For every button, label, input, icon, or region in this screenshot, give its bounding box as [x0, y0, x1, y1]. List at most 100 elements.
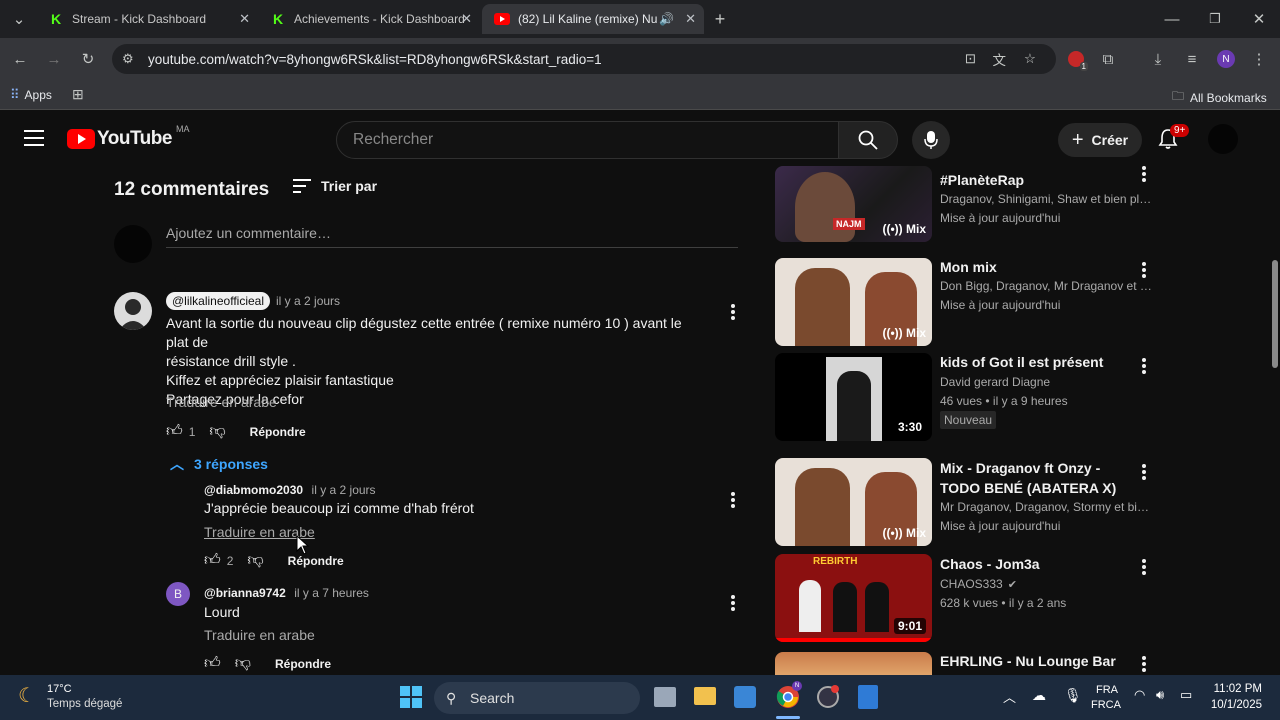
youtube-logo[interactable]: YouTube MA — [67, 124, 189, 150]
forward-icon[interactable]: → — [42, 47, 66, 71]
extension-red-icon[interactable]: 1 — [1064, 47, 1088, 71]
more-actions-icon[interactable] — [1142, 656, 1146, 674]
add-comment-input[interactable]: Ajoutez un commentaire… — [166, 225, 738, 248]
video-thumbnail[interactable]: 3:30 — [775, 353, 932, 441]
minimize-icon[interactable]: — — [1160, 7, 1184, 31]
reply-button[interactable]: Répondre — [250, 425, 306, 439]
close-icon[interactable]: ✕ — [461, 11, 472, 27]
thumbs-up-icon[interactable]: 👍︎ — [204, 654, 221, 673]
weather-temp[interactable]: 17°C — [47, 683, 72, 695]
page-scrollbar[interactable] — [1270, 112, 1280, 675]
account-avatar[interactable] — [1208, 124, 1238, 154]
back-icon[interactable]: ← — [8, 47, 32, 71]
comment-time[interactable]: il y a 2 jours — [276, 294, 340, 308]
comment-time[interactable]: il y a 7 heures — [294, 586, 369, 600]
video-thumbnail[interactable]: NAJM ((•)) Mix — [775, 166, 932, 242]
file-explorer-icon[interactable] — [694, 687, 716, 705]
reload-icon[interactable]: ↻ — [76, 47, 100, 71]
video-title[interactable]: Chaos - Jom3a — [940, 554, 1135, 574]
cloud-icon[interactable]: ☁ — [1032, 687, 1046, 704]
more-actions-icon[interactable] — [1142, 262, 1146, 280]
hamburger-menu-icon[interactable] — [24, 130, 44, 146]
close-icon[interactable]: ✕ — [239, 11, 250, 27]
search-button[interactable] — [838, 121, 898, 159]
speaker-icon[interactable]: 🔊 — [659, 12, 674, 26]
apps-bookmark[interactable]: ⠿ Apps — [10, 87, 52, 103]
video-channel[interactable]: Don Bigg, Draganov, Mr Draganov et bien.… — [940, 279, 1152, 293]
chrome-alt-icon[interactable] — [816, 685, 840, 714]
comment-time[interactable]: il y a 2 jours — [312, 483, 376, 497]
voice-search-button[interactable] — [912, 121, 950, 159]
install-icon[interactable]: ⊡ — [965, 51, 976, 67]
thumbs-up-icon[interactable]: 👍︎ — [204, 551, 221, 570]
avatar[interactable]: B — [166, 582, 190, 606]
translate-link[interactable]: Traduire en arabe — [166, 394, 277, 410]
video-title[interactable]: kids of Got il est présent — [940, 352, 1135, 372]
battery-icon[interactable]: ▭ — [1180, 687, 1192, 703]
notifications-button[interactable]: 9+ — [1158, 124, 1190, 155]
bookmark-star-icon[interactable]: ☆ — [1024, 51, 1036, 67]
replies-toggle[interactable]: ︿ 3 réponses — [170, 454, 268, 474]
thumbs-up-icon[interactable]: 👍︎ — [166, 422, 183, 441]
clock-time[interactable]: 11:02 PM — [1210, 683, 1262, 695]
language-code[interactable]: FRA — [1096, 684, 1118, 696]
video-thumbnail[interactable]: ((•)) Mix — [775, 258, 932, 346]
video-channel[interactable]: Mr Draganov, Draganov, Stormy et bien pl… — [940, 500, 1152, 514]
store-icon[interactable] — [734, 686, 756, 708]
profile-avatar[interactable]: N — [1214, 47, 1238, 71]
video-thumbnail[interactable] — [775, 652, 932, 675]
video-title[interactable]: Mon mix — [940, 257, 1135, 277]
video-title[interactable]: #PlanèteRap — [940, 170, 1135, 190]
search-input[interactable]: Rechercher — [336, 121, 839, 159]
tab-achievements-kick[interactable]: K Achievements - Kick Dashboard ✕ — [258, 4, 480, 34]
video-title[interactable]: EHRLING - Nu Lounge Bar — [940, 651, 1140, 671]
chevron-up-icon[interactable]: ︿ — [1003, 687, 1016, 706]
create-button[interactable]: + Créer — [1058, 123, 1142, 157]
extensions-icon[interactable]: ⧉ — [1096, 47, 1120, 71]
thumbs-down-icon[interactable]: 👎︎ — [209, 422, 225, 441]
more-actions-icon[interactable] — [1142, 358, 1146, 376]
tab-search-icon[interactable]: ⌄ — [7, 7, 31, 31]
video-channel-row[interactable]: CHAOS333 ✔ — [940, 577, 1152, 591]
translate-icon[interactable]: 文 — [993, 49, 1007, 69]
comment-author[interactable]: @brianna9742 — [204, 586, 286, 600]
chrome-icon[interactable]: N — [776, 681, 802, 714]
wifi-icon[interactable]: ◠ — [1134, 687, 1145, 703]
scrollbar-thumb[interactable] — [1272, 260, 1278, 368]
task-view-icon[interactable] — [654, 687, 676, 707]
more-actions-icon[interactable] — [1142, 559, 1146, 577]
more-actions-icon[interactable] — [1142, 166, 1146, 184]
new-tab-icon[interactable]: + — [708, 7, 732, 31]
sort-button[interactable]: Trier par — [293, 178, 377, 194]
all-bookmarks[interactable]: 🗀 All Bookmarks — [1172, 87, 1267, 108]
video-thumbnail[interactable]: ((•)) Mix — [775, 458, 932, 546]
microphone-icon[interactable]: 🎙︎ — [1064, 687, 1082, 704]
close-icon[interactable]: ✕ — [685, 11, 696, 27]
video-channel[interactable]: David gerard Diagne — [940, 375, 1152, 389]
translate-link[interactable]: Traduire en arabe — [204, 627, 315, 643]
notepad-icon[interactable] — [858, 685, 878, 709]
more-actions-icon[interactable] — [1142, 464, 1146, 482]
comment-author[interactable]: @lilkalineofficieal — [166, 292, 271, 310]
video-channel[interactable]: Draganov, Shinigami, Shaw et bien plus e… — [940, 192, 1152, 206]
clock-date[interactable]: 10/1/2025 — [1206, 699, 1262, 711]
more-actions-icon[interactable] — [731, 595, 735, 613]
tab-groups-icon[interactable]: ⊞ — [72, 86, 84, 103]
restore-icon[interactable]: ❐ — [1203, 7, 1227, 31]
more-actions-icon[interactable] — [731, 304, 735, 322]
weather-icon[interactable]: ☾ — [18, 683, 36, 708]
start-button[interactable] — [400, 686, 422, 713]
reply-button[interactable]: Répondre — [275, 657, 331, 671]
more-actions-icon[interactable] — [731, 492, 735, 510]
media-icon[interactable]: ≡ — [1180, 47, 1204, 71]
tab-stream-kick[interactable]: K Stream - Kick Dashboard ✕ — [36, 4, 258, 34]
keyboard-layout[interactable]: FRCA — [1091, 699, 1121, 711]
menu-icon[interactable]: ⋮ — [1247, 47, 1271, 71]
address-bar[interactable]: ⚙ youtube.com/watch?v=8yhongw6RSk&list=R… — [112, 44, 1056, 74]
video-thumbnail[interactable]: REBIRTH 9:01 — [775, 554, 932, 642]
close-window-icon[interactable]: ✕ — [1247, 7, 1271, 31]
video-title[interactable]: Mix - Draganov ft Onzy - TODO BENÉ (ABAT… — [940, 458, 1135, 498]
comment-author[interactable]: @diabmomo2030 — [204, 483, 303, 497]
volume-icon[interactable]: 🔊︎ — [1156, 687, 1164, 703]
site-info-icon[interactable]: ⚙ — [122, 51, 134, 67]
